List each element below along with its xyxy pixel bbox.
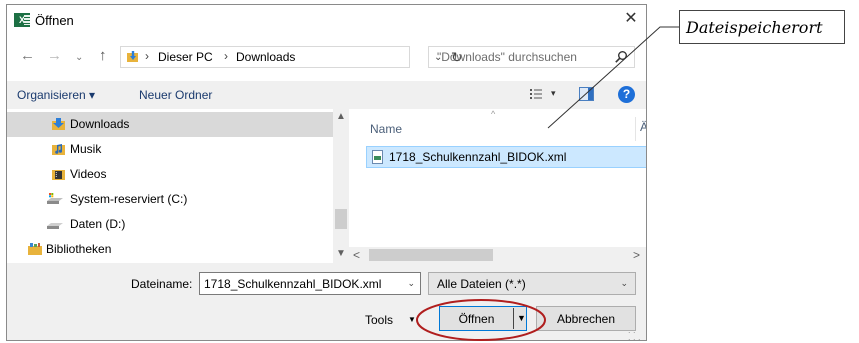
libraries-icon	[28, 243, 42, 255]
tools-button[interactable]: Tools	[365, 313, 393, 327]
search-box[interactable]: "Downloads" durchsuchen	[428, 46, 635, 68]
open-button-label: Öffnen	[458, 312, 495, 326]
sidebar-item-videos[interactable]: Videos	[7, 162, 333, 187]
forward-arrow-icon[interactable]: →	[47, 47, 62, 65]
sidebar-item-label: Downloads	[70, 117, 130, 131]
callout-label: Dateispeicherort	[686, 18, 823, 37]
sidebar-item-musik[interactable]: Musik	[7, 137, 333, 162]
breadcrumb-dieser-pc[interactable]: Dieser PC	[158, 50, 213, 64]
cancel-button[interactable]: Abbrechen	[536, 306, 636, 331]
file-type-select[interactable]: Alle Dateien (*.*) ⌄	[428, 272, 636, 295]
navigation-pane: Downloads Musik Videos System-reserviert…	[7, 109, 349, 263]
sidebar-item-label: Musik	[70, 142, 102, 156]
sidebar-item-system-drive[interactable]: System-reserviert (C:)	[7, 187, 333, 212]
music-folder-icon	[52, 144, 65, 155]
organize-button[interactable]: Organisieren ▾	[17, 88, 95, 102]
dialog-footer: Dateiname: 1718_Schulkennzahl_BIDOK.xml …	[7, 263, 646, 341]
help-icon[interactable]: ?	[618, 86, 635, 103]
sidebar-item-label: Bibliotheken	[46, 242, 112, 256]
sidebar-item-label: System-reserviert (C:)	[70, 192, 188, 206]
back-arrow-icon[interactable]: ←	[20, 47, 35, 65]
scrollbar-thumb[interactable]	[369, 249, 493, 261]
sidebar-item-downloads[interactable]: Downloads	[7, 112, 333, 137]
filename-label: Dateiname:	[131, 277, 193, 291]
file-list-item[interactable]: 1718_Schulkennzahl_BIDOK.xml	[366, 146, 646, 168]
breadcrumb-separator-icon: ›	[145, 49, 149, 63]
horizontal-scrollbar[interactable]: < >	[349, 247, 646, 263]
scroll-left-icon[interactable]: <	[353, 248, 360, 262]
system-drive-icon	[47, 193, 63, 204]
address-bar[interactable]: › Dieser PC › Downloads ⌄ ↻	[120, 46, 463, 68]
file-type-value: Alle Dateien (*.*)	[437, 277, 526, 291]
breadcrumb-separator-icon[interactable]: ›	[224, 49, 228, 63]
scroll-down-icon[interactable]: ▼	[336, 248, 346, 259]
sidebar-item-bibliotheken[interactable]: Bibliotheken	[7, 237, 333, 262]
preview-pane-icon[interactable]	[579, 87, 594, 101]
tools-dropdown-icon[interactable]: ▼	[408, 315, 416, 324]
excel-icon: X	[14, 13, 30, 27]
command-toolbar: Organisieren ▾ Neuer Ordner ▾ ?	[7, 81, 646, 109]
column-header-name[interactable]: Name	[370, 122, 402, 136]
view-dropdown-icon[interactable]: ▾	[551, 88, 556, 99]
navigation-scrollbar[interactable]: ▲ ▼	[333, 109, 349, 263]
videos-folder-icon	[52, 170, 65, 180]
title-bar: X Öffnen ✕	[7, 5, 646, 35]
filename-field[interactable]: 1718_Schulkennzahl_BIDOK.xml ⌄	[199, 272, 421, 295]
sidebar-item-daten[interactable]: Daten (D:)	[7, 212, 333, 237]
callout-box: Dateispeicherort	[679, 10, 845, 44]
filename-input[interactable]: 1718_Schulkennzahl_BIDOK.xml	[204, 277, 381, 291]
downloads-folder-icon	[52, 118, 65, 130]
view-options-icon[interactable]	[530, 88, 542, 100]
column-header-truncated[interactable]: Ä	[640, 120, 646, 134]
scroll-right-icon[interactable]: >	[633, 248, 640, 262]
sidebar-item-label: Daten (D:)	[70, 217, 126, 231]
scrollbar-thumb[interactable]	[335, 209, 347, 229]
open-file-dialog: X Öffnen ✕ ← → ⌄ ↑ › Dieser PC › Downloa…	[6, 4, 647, 341]
filename-dropdown-chevron-icon[interactable]: ⌄	[407, 278, 415, 289]
file-type-dropdown-chevron-icon[interactable]: ⌄	[620, 278, 628, 289]
search-input[interactable]: "Downloads" durchsuchen	[437, 50, 577, 64]
drive-icon	[47, 223, 63, 229]
search-icon[interactable]	[614, 50, 628, 64]
window-title: Öffnen	[35, 13, 74, 28]
file-list-pane: ^ Name Ä 1718_Schulkennzahl_BIDOK.xml 2 …	[349, 109, 646, 263]
scroll-up-icon[interactable]: ▲	[336, 111, 346, 122]
resize-grip-icon[interactable]: . .. . .	[628, 326, 641, 341]
cancel-button-label: Abbrechen	[556, 312, 616, 326]
new-folder-button[interactable]: Neuer Ordner	[139, 88, 212, 102]
xml-file-icon	[372, 150, 383, 164]
recent-locations-chevron-icon[interactable]: ⌄	[75, 49, 83, 67]
split-divider	[513, 308, 514, 329]
breadcrumb-downloads[interactable]: Downloads	[236, 50, 295, 64]
open-dropdown-icon[interactable]: ▼	[517, 313, 526, 323]
navigation-row: ← → ⌄ ↑ › Dieser PC › Downloads ⌄ ↻ "Dow…	[7, 43, 646, 71]
sidebar-item-label: Videos	[70, 167, 107, 181]
close-icon[interactable]: ✕	[622, 10, 640, 28]
column-divider[interactable]	[635, 117, 636, 141]
up-arrow-icon[interactable]: ↑	[99, 47, 107, 65]
sort-indicator-icon: ^	[491, 109, 496, 119]
file-name: 1718_Schulkennzahl_BIDOK.xml	[389, 150, 567, 164]
downloads-folder-icon	[127, 51, 138, 63]
open-button[interactable]: Öffnen ▼	[439, 306, 527, 331]
